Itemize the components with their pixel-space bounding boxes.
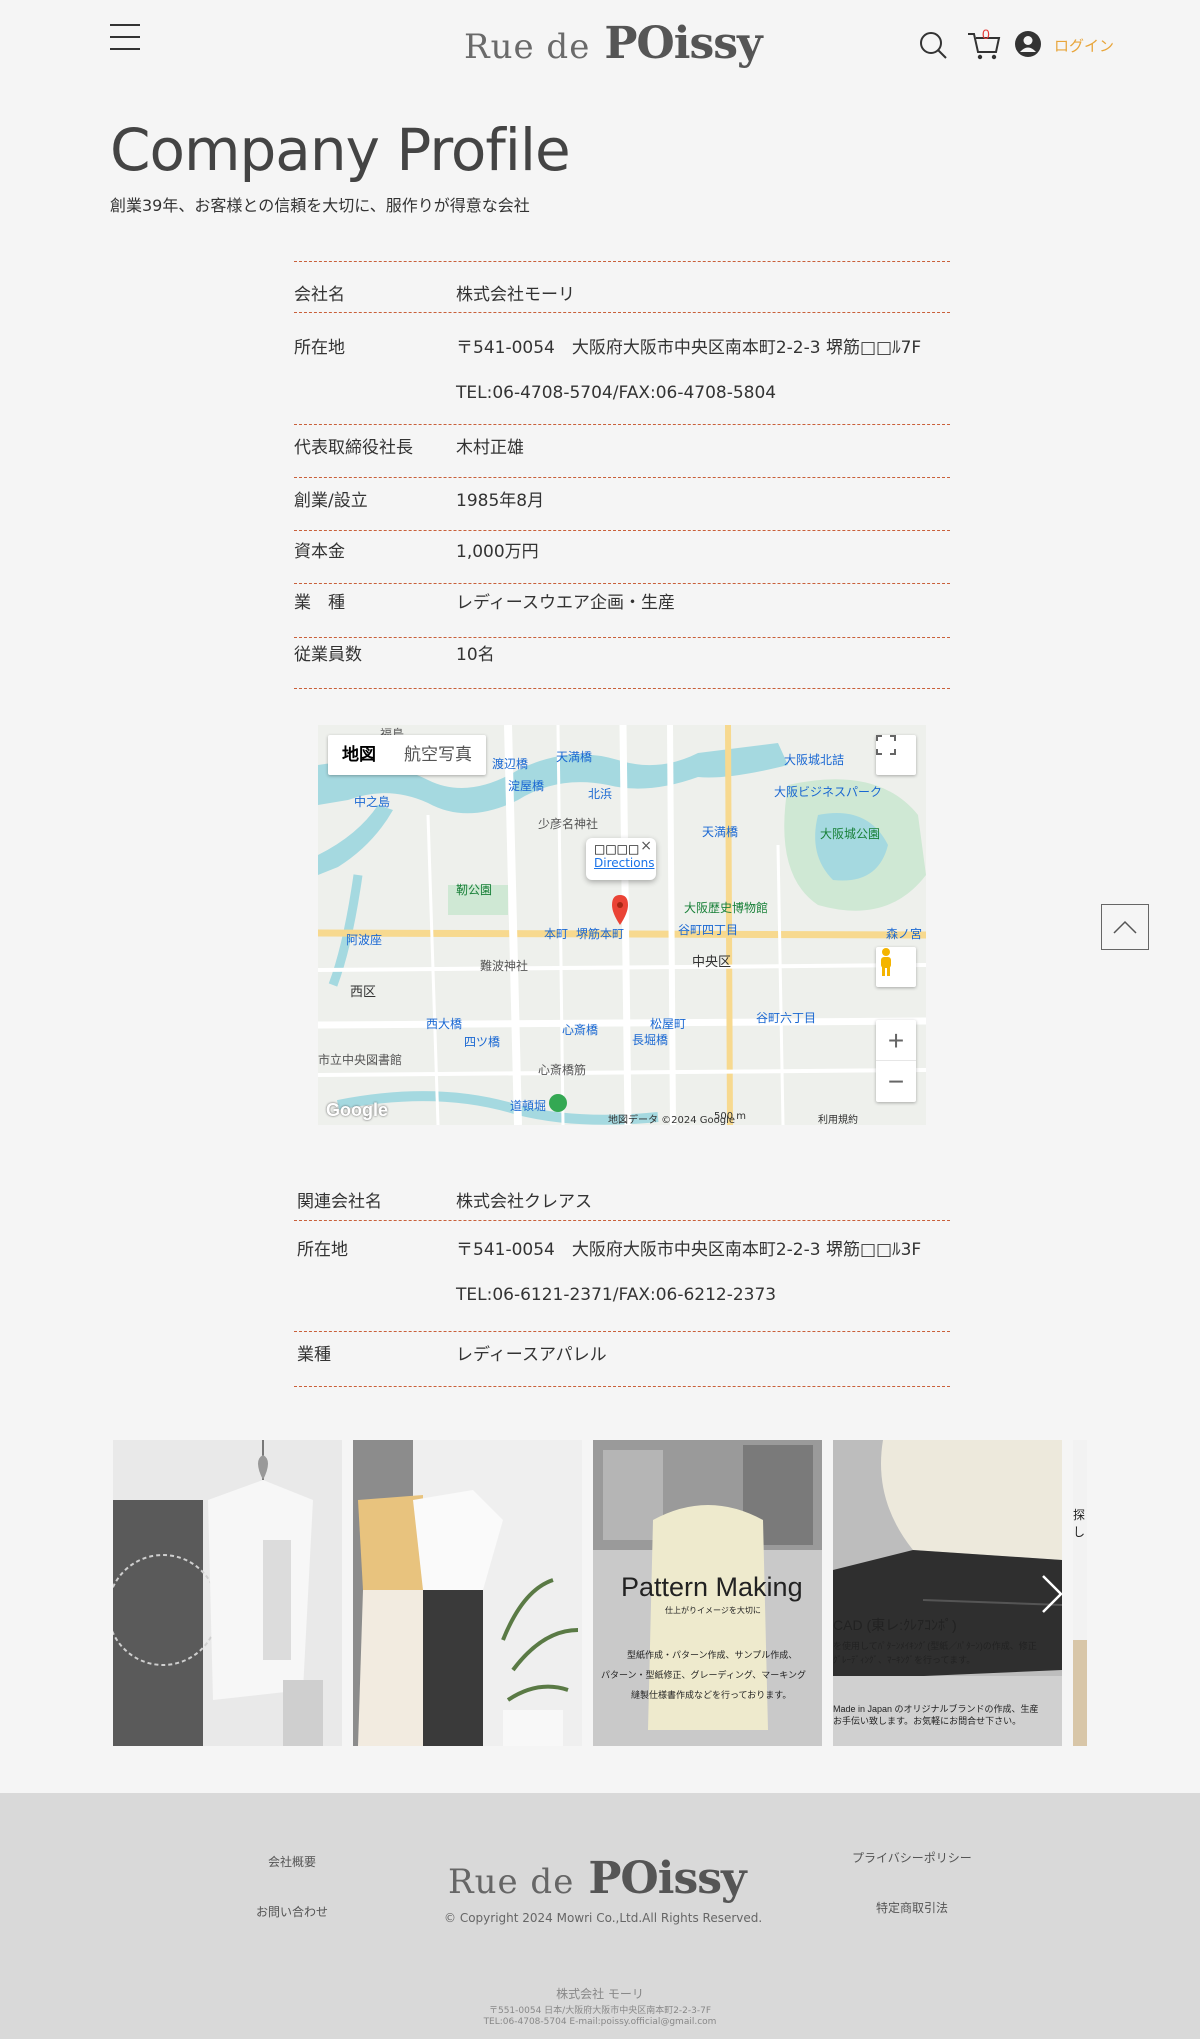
- zoom-in-button[interactable]: +: [876, 1020, 916, 1061]
- menu-icon[interactable]: [110, 24, 140, 54]
- footer-link-commerce-law[interactable]: 特定商取引法: [876, 1899, 948, 1916]
- footer-logo[interactable]: Rue de POissy: [448, 1853, 747, 1904]
- gallery-next-icon[interactable]: [1040, 1574, 1064, 1614]
- back-to-top-button[interactable]: [1101, 904, 1149, 950]
- row-label: 業 種: [294, 593, 345, 613]
- map-canvas[interactable]: [318, 725, 926, 1125]
- company-row-industry: 業 種 レディースウエア企画・生産: [294, 584, 950, 638]
- footer-link-privacy[interactable]: プライバシーポリシー: [852, 1849, 972, 1866]
- google-map[interactable]: 福島 天満橋 大阪城北詰 渡辺橋 淀屋橋 北浜 大阪ビジネスパーク 中之島 少彦…: [318, 725, 926, 1125]
- row-value: 〒541-0054 大阪府大阪市中央区南本町2-2-3 堺筋□□ﾙ3F: [456, 1240, 922, 1260]
- logo-poissy-text: POissy: [604, 18, 762, 69]
- company-row-employees: 従業員数 10名: [294, 638, 950, 689]
- gallery-caption-text: を使用してﾊﾟﾀｰﾝﾒｲｷﾝｸﾞ(型紙／ﾊﾟﾀｰﾝ)の作成、修正: [833, 1641, 1037, 1651]
- row-label: 所在地: [297, 1240, 348, 1260]
- row-label: 創業/設立: [294, 491, 368, 511]
- site-header: Rue de POissy 0 ログイン: [0, 0, 1200, 90]
- search-icon[interactable]: [918, 30, 948, 60]
- gallery-caption-text: 探し: [1073, 1508, 1086, 1539]
- company-row-name: 会社名 株式会社モーリ: [294, 262, 950, 313]
- site-logo[interactable]: Rue de POissy: [464, 18, 763, 70]
- row-value: 〒541-0054 大阪府大阪市中央区南本町2-2-3 堺筋□□ﾙ7F: [456, 338, 922, 358]
- footer-logo-poissy-text: POissy: [588, 1853, 746, 1904]
- footer-company-contact: TEL:06-4708-5704 E-mail:poissy.official@…: [483, 2017, 717, 2027]
- related-row-name: 関連会社名 株式会社クレアス: [294, 1175, 950, 1221]
- map-type-toggle: 地図 航空写真: [328, 735, 486, 775]
- login-link[interactable]: ログイン: [1054, 35, 1114, 56]
- logo-rue-text: Rue de: [464, 27, 591, 67]
- footer-link-contact[interactable]: お問い合わせ: [256, 1903, 328, 1920]
- gallery-image-cad: [833, 1440, 1062, 1746]
- row-label: 会社名: [294, 285, 345, 305]
- zoom-out-button[interactable]: −: [876, 1061, 916, 1102]
- row-label: 所在地: [294, 338, 345, 358]
- map-type-satellite-button[interactable]: 航空写真: [390, 735, 486, 775]
- row-value: 1985年8月: [456, 491, 545, 511]
- page-subtitle: 創業39年、お客様との信頼を大切に、服作りが得意な会社: [110, 196, 530, 215]
- company-row-president: 代表取締役社長 木村正雄: [294, 425, 950, 478]
- fullscreen-icon: [876, 735, 896, 755]
- row-value: 木村正雄: [456, 438, 524, 458]
- directions-link[interactable]: Directions: [594, 856, 654, 870]
- gallery-image-mannequins: [353, 1440, 582, 1746]
- footer-company-address: 〒551-0054 日本/大阪府大阪市中央区南本町2-2-3-7F: [488, 2006, 712, 2016]
- map-info-window: □□□□ Directions ×: [586, 838, 656, 880]
- map-type-map-button[interactable]: 地図: [328, 735, 390, 775]
- footer-logo-rue-text: Rue de: [448, 1862, 575, 1902]
- row-label: 従業員数: [294, 645, 362, 665]
- row-label: 代表取締役社長: [294, 438, 413, 458]
- gallery-caption-text: お手伝い致します。お気軽にお問合せ下さい。: [833, 1716, 1022, 1726]
- gallery-item[interactable]: CAD (東レ:ｸﾚｱｺﾝﾎﾟ) を使用してﾊﾟﾀｰﾝﾒｲｷﾝｸﾞ(型紙／ﾊﾟﾀ…: [833, 1440, 1062, 1746]
- gallery-caption-title: CAD (東レ:ｸﾚｱｺﾝﾎﾟ): [833, 1617, 957, 1633]
- street-view-button[interactable]: [876, 947, 916, 987]
- close-icon[interactable]: ×: [640, 838, 652, 854]
- row-value: 株式会社モーリ: [456, 285, 575, 305]
- row-label: 資本金: [294, 542, 345, 562]
- related-row-address: 所在地 〒541-0054 大阪府大阪市中央区南本町2-2-3 堺筋□□ﾙ3F …: [294, 1221, 950, 1332]
- gallery-caption-text: 型紙作成・パターン作成、サンプル作成、: [627, 1650, 798, 1660]
- fullscreen-button[interactable]: [876, 735, 916, 775]
- chevron-up-icon: [1113, 920, 1137, 934]
- image-gallery: Pattern Making 仕上がりイメージを大切に 型紙作成・パターン作成、…: [113, 1440, 1087, 1746]
- related-row-industry: 業種 レディースアパレル: [294, 1332, 950, 1387]
- gallery-image-partial: [1073, 1440, 1087, 1746]
- gallery-item[interactable]: [353, 1440, 582, 1746]
- pegman-icon: [881, 948, 891, 976]
- company-info-table: 会社名 株式会社モーリ 所在地 〒541-0054 大阪府大阪市中央区南本町2-…: [294, 262, 950, 689]
- map-scale[interactable]: 500 m: [714, 1111, 746, 1122]
- gallery-caption-sub: 仕上がりイメージを大切に: [665, 1606, 761, 1615]
- row-value-tel: TEL:06-6121-2371/FAX:06-6212-2373: [456, 1285, 777, 1305]
- company-row-address: 所在地 〒541-0054 大阪府大阪市中央区南本町2-2-3 堺筋□□ﾙ7F …: [294, 313, 950, 425]
- gallery-caption-text: ｸﾞﾚｰﾃﾞｨﾝｸﾞ、ﾏｰｷﾝｸﾞを行ってます。: [833, 1655, 976, 1665]
- row-value: 1,000万円: [456, 542, 539, 562]
- footer-link-about[interactable]: 会社概要: [268, 1853, 316, 1870]
- row-value: 株式会社クレアス: [456, 1192, 592, 1212]
- map-terms-link[interactable]: 利用規約: [818, 1111, 858, 1125]
- footer-company-name: 株式会社 モーリ: [556, 1987, 644, 2001]
- row-value: 10名: [456, 645, 495, 665]
- gallery-caption-title: Pattern Making: [621, 1572, 803, 1602]
- cart-count-badge: 0: [982, 26, 990, 42]
- page-title: Company Profile: [110, 116, 571, 184]
- company-row-capital: 資本金 1,000万円: [294, 531, 950, 584]
- gallery-item[interactable]: Pattern Making 仕上がりイメージを大切に 型紙作成・パターン作成、…: [593, 1440, 822, 1746]
- company-row-founded: 創業/設立 1985年8月: [294, 478, 950, 531]
- gallery-item[interactable]: 探し: [1073, 1440, 1087, 1746]
- row-label: 関連会社名: [297, 1192, 382, 1212]
- related-company-table: 関連会社名 株式会社クレアス 所在地 〒541-0054 大阪府大阪市中央区南本…: [294, 1175, 950, 1387]
- footer-copyright: © Copyright 2024 Mowri Co.,Ltd.All Right…: [444, 1911, 763, 1925]
- map-zoom-control: + −: [876, 1020, 916, 1102]
- gallery-caption-text: パターン・型紙修正、グレーディング、マーキング: [601, 1670, 807, 1680]
- gallery-image-tshirts: [113, 1440, 342, 1746]
- site-footer: 会社概要 お問い合わせ プライバシーポリシー 特定商取引法 Rue de POi…: [0, 1793, 1200, 2039]
- row-label: 業種: [297, 1345, 331, 1365]
- avatar-icon[interactable]: [1014, 30, 1042, 58]
- gallery-caption-text: 縫製仕様書作成などを行っております。: [631, 1690, 792, 1700]
- row-value: レディースウエア企画・生産: [456, 593, 675, 613]
- gallery-item[interactable]: [113, 1440, 342, 1746]
- row-value: レディースアパレル: [456, 1345, 607, 1365]
- row-value-tel: TEL:06-4708-5704/FAX:06-4708-5804: [456, 383, 777, 403]
- map-attribution: 地図データ ©2024 Google 500 m 利用規約: [318, 1109, 926, 1125]
